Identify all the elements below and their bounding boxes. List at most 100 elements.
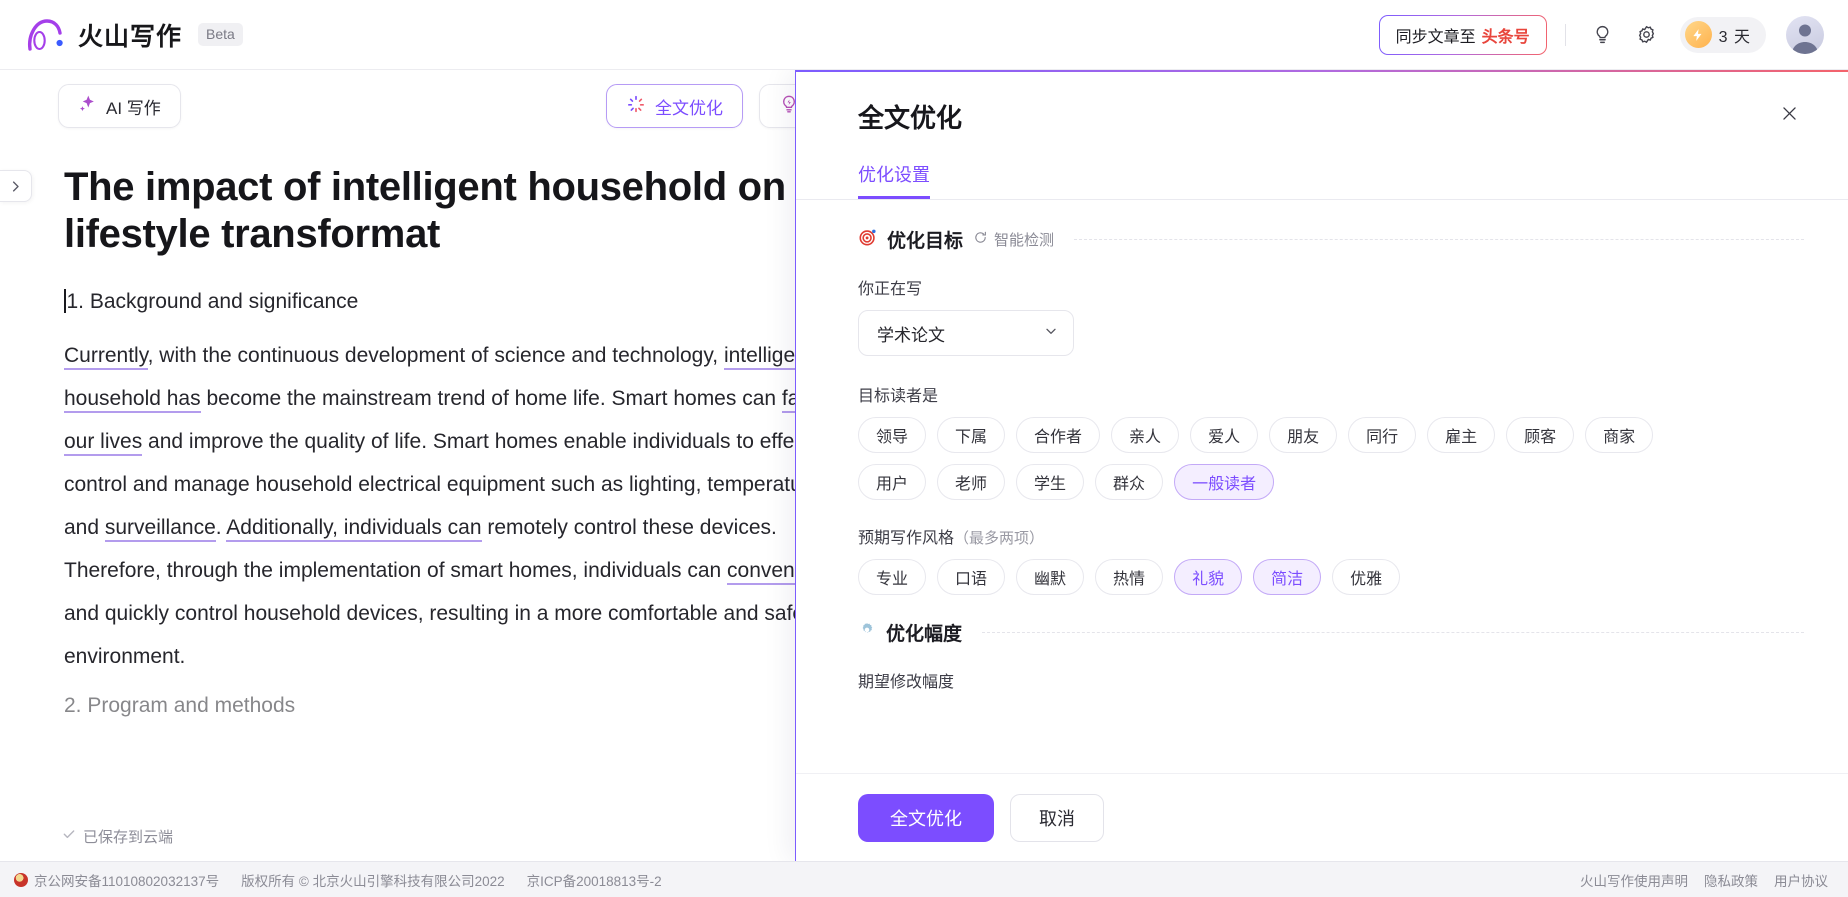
ai-write-button[interactable]: AI 写作 <box>58 84 181 128</box>
audience-chip-8[interactable]: 雇主 <box>1427 417 1496 453</box>
panel-tabs: 优化设置 <box>858 161 1804 199</box>
footer-links: 火山写作使用声明 隐私政策 用户协议 <box>1580 870 1828 890</box>
style-chip-group: 专业 口语 幽默 热情 礼貌 简洁 优雅 <box>858 559 1658 595</box>
app-header: 火山写作 Beta 同步文章至 头条号 3 天 <box>0 0 1848 70</box>
audience-chip-13[interactable]: 学生 <box>1016 464 1085 500</box>
paragraph-text: and quickly control household devices, r… <box>64 601 858 669</box>
submit-optimize-button[interactable]: 全文优化 <box>858 793 994 842</box>
header-divider <box>1564 23 1566 46</box>
style-label-hint: （最多两项） <box>954 530 1045 547</box>
sync-to-toutiao-button[interactable]: 同步文章至 头条号 <box>1379 15 1547 55</box>
header-actions: 同步文章至 头条号 3 天 <box>1379 15 1824 55</box>
ai-write-label: AI 写作 <box>106 98 161 118</box>
goal-section-header: 优化目标 智能检测 <box>858 226 1804 253</box>
gov-record-label: 京公网安备11010802032137号 <box>34 873 220 889</box>
document-heading[interactable]: 1. Background and significance <box>64 284 876 320</box>
body-area: AI 写作 全文优化 The impact of intelligent hou… <box>0 70 1848 861</box>
audience-chip-4[interactable]: 亲人 <box>1111 417 1180 453</box>
smart-detect-label: 智能检测 <box>994 232 1055 249</box>
check-icon <box>62 827 76 845</box>
section-divider <box>1074 239 1804 240</box>
paragraph-text: , with the continuous development of sci… <box>147 343 724 367</box>
suggestion-span[interactable]: Currently <box>64 343 148 370</box>
audience-chip-9[interactable]: 顾客 <box>1506 417 1575 453</box>
audience-chip-7[interactable]: 同行 <box>1348 417 1417 453</box>
sync-label: 同步文章至 <box>1395 28 1476 46</box>
audience-chip-1[interactable]: 领导 <box>858 417 927 453</box>
beta-tag: Beta <box>198 23 243 46</box>
amplitude-field-label: 期望修改幅度 <box>858 674 955 691</box>
smart-detect-button[interactable]: 智能检测 <box>973 229 1054 250</box>
audience-chip-6[interactable]: 朋友 <box>1269 417 1338 453</box>
audience-chip-15[interactable]: 一般读者 <box>1174 464 1275 500</box>
remaining-days-badge[interactable]: 3 天 <box>1679 16 1766 53</box>
document-next-heading[interactable]: 2. Program and methods <box>64 686 876 726</box>
style-chip-6[interactable]: 简洁 <box>1253 559 1322 595</box>
logo-icon <box>26 18 66 52</box>
refresh-icon <box>973 230 988 249</box>
sparkle-icon <box>78 94 97 118</box>
amplitude-section-divider <box>982 632 1804 633</box>
icp-label[interactable]: 京ICP备20018813号-2 <box>527 870 662 890</box>
footer-left: 京公网安备11010802032137号 版权所有 © 北京火山引擎科技有限公司… <box>14 870 662 890</box>
goal-section-title: 优化目标 <box>887 231 964 252</box>
style-chip-4[interactable]: 热情 <box>1095 559 1164 595</box>
amplitude-section-title: 优化幅度 <box>886 624 963 645</box>
remaining-days-label: 3 天 <box>1718 28 1751 46</box>
audience-chip-11[interactable]: 用户 <box>858 464 927 500</box>
writing-type-label: 你正在写 <box>858 281 923 298</box>
style-label-text: 预期写作风格 <box>858 530 955 547</box>
footer-link-statement[interactable]: 火山写作使用声明 <box>1580 870 1688 890</box>
writing-type-select[interactable]: 学术论文 <box>858 310 1074 356</box>
audience-chip-5[interactable]: 爱人 <box>1190 417 1259 453</box>
suggestion-span[interactable]: surveillance <box>104 515 216 542</box>
document-paragraph[interactable]: Currently, with the continuous developme… <box>64 334 864 678</box>
audience-chip-10[interactable]: 商家 <box>1585 417 1654 453</box>
sidebar-expand-button[interactable] <box>0 170 32 202</box>
lightbulb-icon[interactable] <box>1584 16 1622 54</box>
style-chip-7[interactable]: 优雅 <box>1332 559 1401 595</box>
gear-flower-icon[interactable] <box>1628 16 1666 54</box>
style-chip-2[interactable]: 口语 <box>937 559 1006 595</box>
site-footer: 京公网安备11010802032137号 版权所有 © 北京火山引擎科技有限公司… <box>0 861 1848 897</box>
avatar[interactable] <box>1786 15 1824 54</box>
document-heading-text: 1. Background and significance <box>66 289 359 313</box>
chevron-down-icon <box>1043 323 1059 344</box>
bolt-icon <box>1684 21 1712 48</box>
tab-optimize-settings[interactable]: 优化设置 <box>858 161 930 199</box>
panel-title: 全文优化 <box>858 103 963 133</box>
gov-record[interactable]: 京公网安备11010802032137号 <box>14 870 219 890</box>
style-chip-1[interactable]: 专业 <box>858 559 927 595</box>
audience-chip-12[interactable]: 老师 <box>937 464 1006 500</box>
optimize-sparkle-icon <box>626 94 646 119</box>
style-chip-3[interactable]: 幽默 <box>1016 559 1085 595</box>
panel-footer: 全文优化 取消 <box>796 773 1848 861</box>
full-text-optimize-button[interactable]: 全文优化 <box>606 84 743 128</box>
style-label: 预期写作风格（最多两项） <box>858 524 1804 548</box>
save-status-label: 已保存到云端 <box>83 828 174 846</box>
close-icon[interactable] <box>1774 98 1804 128</box>
copyright-label: 版权所有 © 北京火山引擎科技有限公司2022 <box>241 873 505 889</box>
audience-label: 目标读者是 <box>858 388 939 405</box>
document-title[interactable]: The impact of intelligent household on l… <box>64 164 876 258</box>
writing-type-value: 学术论文 <box>877 325 945 345</box>
audience-chip-14[interactable]: 群众 <box>1095 464 1164 500</box>
save-status: 已保存到云端 <box>62 826 173 847</box>
panel-title-row: 全文优化 <box>858 98 1804 135</box>
suggestion-span[interactable]: Additionally, individuals can <box>226 515 482 542</box>
footer-link-terms[interactable]: 用户协议 <box>1774 870 1828 890</box>
app-root: 火山写作 Beta 同步文章至 头条号 3 天 AI 写作 全文优化 The i… <box>0 0 1848 897</box>
panel-header: 全文优化 优化设置 <box>796 72 1848 199</box>
paragraph-text: become the mainstream trend of home life… <box>200 386 782 410</box>
sync-target-label: 头条号 <box>1481 28 1530 46</box>
footer-link-privacy[interactable]: 隐私政策 <box>1704 870 1758 890</box>
brand-name: 火山写作 <box>78 22 183 51</box>
brand: 火山写作 Beta <box>26 17 243 53</box>
audience-chip-3[interactable]: 合作者 <box>1016 417 1101 453</box>
cancel-button[interactable]: 取消 <box>1010 793 1104 842</box>
panel-body: 优化目标 智能检测 你正在写 学术论文 目标读者是 领导 下属 合作者 亲人 爱… <box>796 200 1848 773</box>
target-icon <box>858 228 877 252</box>
amplitude-section-header: 优化幅度 <box>858 619 1804 646</box>
audience-chip-2[interactable]: 下属 <box>937 417 1006 453</box>
style-chip-5[interactable]: 礼貌 <box>1174 559 1243 595</box>
